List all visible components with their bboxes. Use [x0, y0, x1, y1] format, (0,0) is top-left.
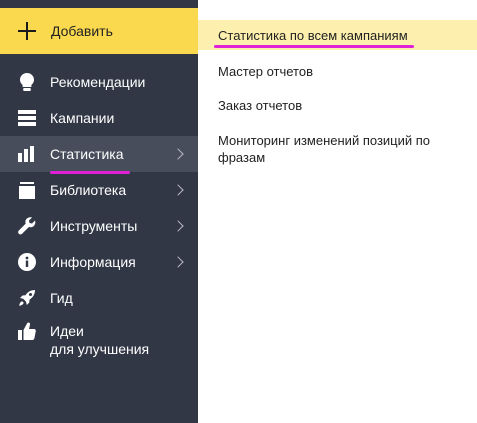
statistics-submenu: Статистика по всем кампаниям Мастер отче… — [198, 0, 477, 423]
sidebar: Добавить Рекомендации Кампании Статистик… — [0, 0, 198, 423]
ideas-label-line2: для улучшения — [50, 341, 150, 357]
sidebar-item-statistics[interactable]: Статистика — [0, 136, 198, 172]
sidebar-item-tools[interactable]: Инструменты — [0, 208, 198, 244]
add-button-label: Добавить — [51, 23, 113, 39]
submenu-item-label-line1: Мониторинг изменений позиций по — [218, 133, 431, 148]
sidebar-item-label: Информация — [50, 254, 136, 270]
lightbulb-icon — [18, 73, 36, 91]
rocket-icon — [18, 289, 36, 307]
submenu-item-label-line2: фразам — [218, 150, 266, 165]
highlight-underline — [214, 45, 414, 48]
sidebar-nav: Рекомендации Кампании Статистика Библиот… — [0, 64, 198, 364]
sidebar-item-campaigns[interactable]: Кампании — [0, 100, 198, 136]
bar-chart-icon — [18, 145, 36, 163]
sidebar-item-label: Библиотека — [50, 182, 127, 198]
submenu-item-report-order[interactable]: Заказ отчетов — [198, 97, 477, 114]
wrench-icon — [18, 217, 36, 235]
thumbs-up-icon — [18, 322, 36, 340]
submenu-item-label: Мастер отчетов — [218, 64, 313, 79]
submenu-item-label: Заказ отчетов — [218, 98, 303, 113]
sidebar-item-label: Идеи для улучшения — [50, 322, 149, 358]
list-icon — [18, 109, 36, 127]
sidebar-item-library[interactable]: Библиотека — [0, 172, 198, 208]
chevron-right-icon — [172, 184, 184, 196]
sidebar-item-information[interactable]: Информация — [0, 244, 198, 280]
info-icon — [18, 253, 36, 271]
ideas-label-line1: Идеи — [50, 323, 84, 339]
plus-icon — [18, 22, 36, 40]
sidebar-item-label: Инструменты — [50, 218, 138, 234]
sidebar-item-label: Статистика — [50, 146, 124, 162]
sidebar-item-label: Кампании — [50, 110, 115, 126]
add-button[interactable]: Добавить — [0, 8, 198, 54]
chevron-right-icon — [172, 148, 184, 160]
highlight-underline — [50, 171, 130, 174]
sidebar-item-recommendations[interactable]: Рекомендации — [0, 64, 198, 100]
chevron-right-icon — [172, 220, 184, 232]
submenu-item-report-wizard[interactable]: Мастер отчетов — [198, 63, 477, 80]
submenu-item-position-monitoring[interactable]: Мониторинг изменений позиций по фразам — [198, 132, 477, 166]
submenu-item-label: Статистика по всем кампаниям — [218, 28, 408, 43]
sidebar-item-guide[interactable]: Гид — [0, 280, 198, 316]
chevron-right-icon — [172, 256, 184, 268]
sidebar-item-label: Гид — [50, 290, 73, 306]
sidebar-item-ideas[interactable]: Идеи для улучшения — [0, 316, 198, 364]
sidebar-item-label: Рекомендации — [50, 74, 146, 90]
library-icon — [18, 181, 36, 199]
